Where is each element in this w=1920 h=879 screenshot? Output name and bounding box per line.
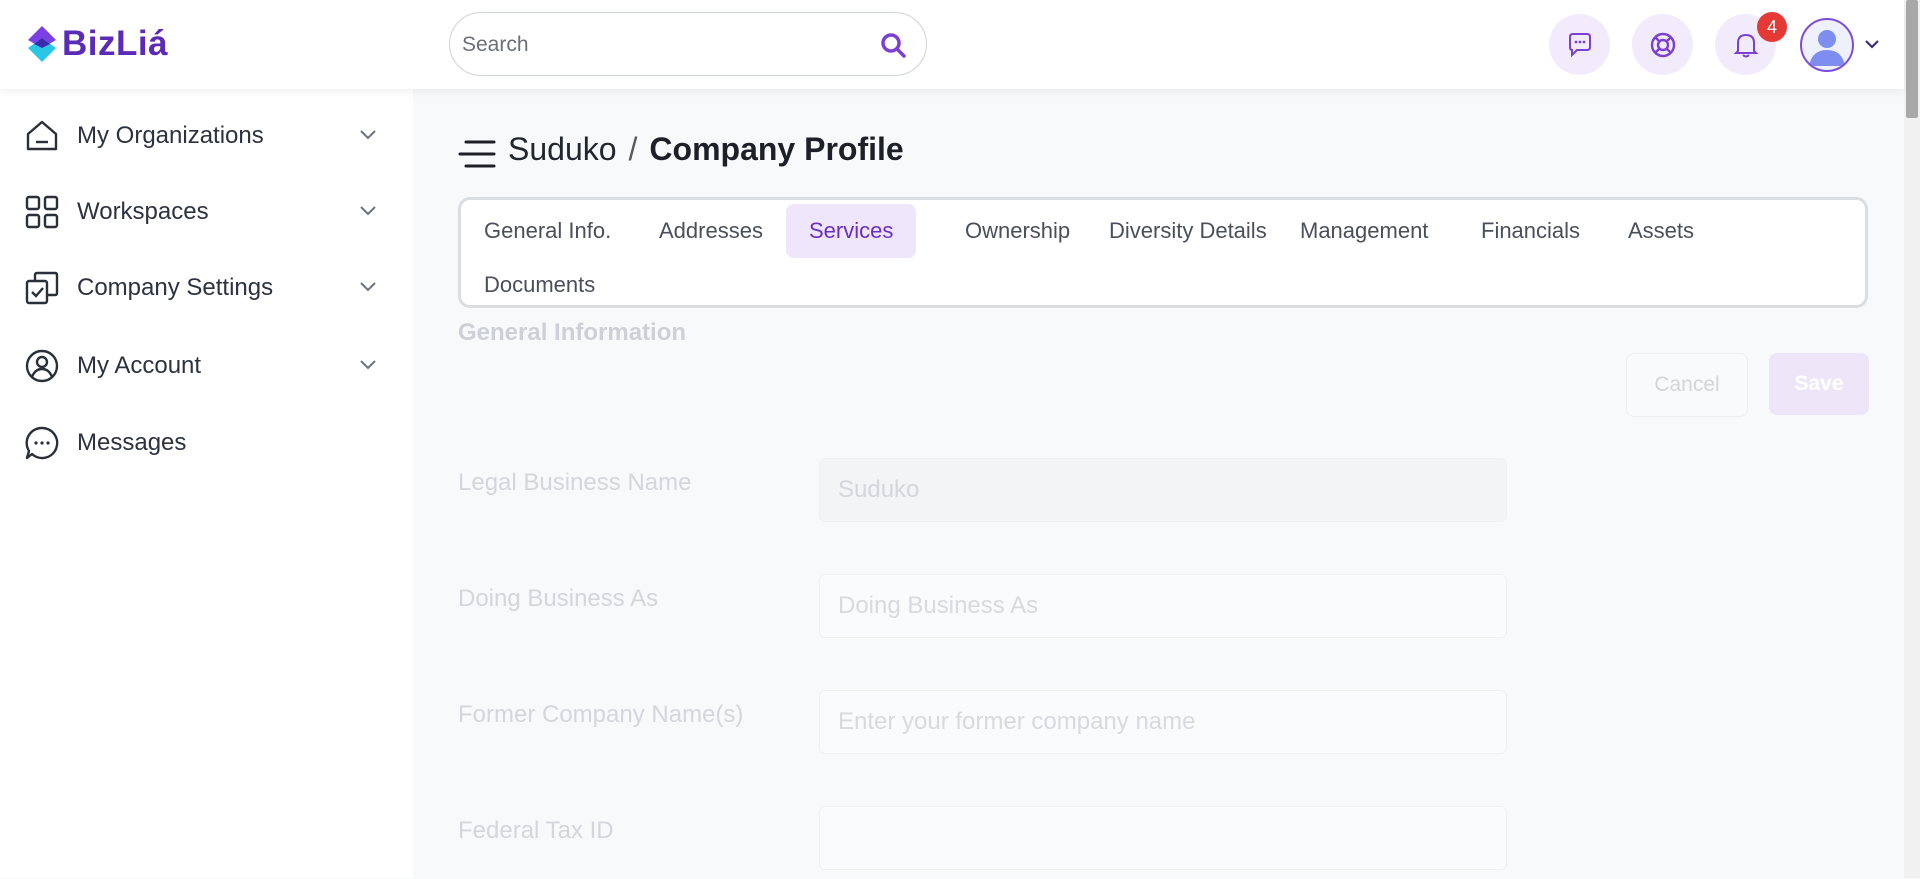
former-company-name-field[interactable] [819,690,1507,754]
federal-tax-id-field[interactable] [819,806,1507,870]
sidebar: My Organizations Workspaces Company Sett… [0,89,413,878]
sidebar-item-my-organizations[interactable]: My Organizations [0,106,413,166]
top-header: BizLiá 4 [0,0,1904,89]
legal-business-name-label: Legal Business Name [458,469,692,496]
doing-business-as-label: Doing Business As [458,585,659,612]
sidebar-item-label: My Organizations [77,122,264,149]
menu-toggle-icon[interactable] [458,138,496,170]
sidebar-item-workspaces[interactable]: Workspaces [0,182,413,242]
tab-services[interactable]: Services [786,204,917,258]
grid-icon [25,195,59,229]
user-circle-icon [25,349,59,383]
scrollbar-thumb[interactable] [1906,0,1918,118]
sidebar-item-company-settings[interactable]: Company Settings [0,258,413,318]
user-avatar[interactable] [1800,18,1854,72]
search-input[interactable] [460,13,864,77]
chevron-down-icon [360,360,376,370]
home-icon [26,120,58,151]
doing-business-as-field[interactable] [819,574,1507,638]
sidebar-item-label: Messages [77,429,187,456]
tab-diversity-details[interactable]: Diversity Details [1086,204,1290,258]
brand-logo[interactable]: BizLiá [28,24,168,64]
tab-ownership[interactable]: Ownership [942,204,1093,258]
page-title: Company Profile [649,131,904,167]
tab-documents[interactable]: Documents [461,258,618,312]
tab-management[interactable]: Management [1277,204,1451,258]
legal-business-name-field[interactable] [819,458,1507,522]
tab-financials[interactable]: Financials [1458,204,1603,258]
chevron-down-icon [360,282,376,292]
tab-assets[interactable]: Assets [1605,204,1717,258]
chevron-down-icon [360,130,376,140]
main-content: Suduko / Company Profile General Info. Add… [413,89,1904,878]
bell-icon [1733,33,1758,57]
federal-tax-id-label: Federal Tax ID [458,817,614,844]
logo-icon [28,26,56,62]
sidebar-item-label: My Account [77,352,202,379]
breadcrumb-organization[interactable]: Suduko [508,131,617,167]
tab-general-info[interactable]: General Info. [461,204,634,258]
sidebar-item-my-account[interactable]: My Account [0,336,413,396]
sidebar-item-label: Workspaces [77,198,209,225]
section-title: General Information [458,319,687,346]
message-circle-icon [25,426,59,460]
chevron-down-icon[interactable] [1864,38,1880,50]
breadcrumb-separator: / [628,131,638,167]
tab-addresses[interactable]: Addresses [636,204,786,258]
former-company-name-label: Former Company Name(s) [458,701,744,728]
save-button[interactable]: Save [1769,353,1869,415]
chevron-down-icon [360,206,376,216]
page-scrollbar[interactable] [1904,0,1920,878]
sidebar-item-messages[interactable]: Messages [0,413,413,473]
general-information-form: General Information Cancel Save Legal Bu… [413,319,1904,879]
profile-tabs: General Info. Addresses Services Ownersh… [458,197,1868,308]
lifebuoy-icon [1650,32,1675,57]
sidebar-item-label: Company Settings [77,274,274,301]
cancel-button[interactable]: Cancel [1626,353,1748,417]
checklist-icon [25,271,59,305]
chat-bubble-icon [1568,32,1591,57]
notification-count-badge: 4 [1757,12,1787,42]
breadcrumb: Suduko / Company Profile [508,131,904,168]
search-icon[interactable] [880,32,906,58]
search-box [449,12,927,77]
user-avatar-icon [1809,30,1845,66]
brand-name: BizLiá [62,24,169,63]
help-button[interactable] [1632,14,1693,75]
chat-button[interactable] [1549,14,1610,75]
